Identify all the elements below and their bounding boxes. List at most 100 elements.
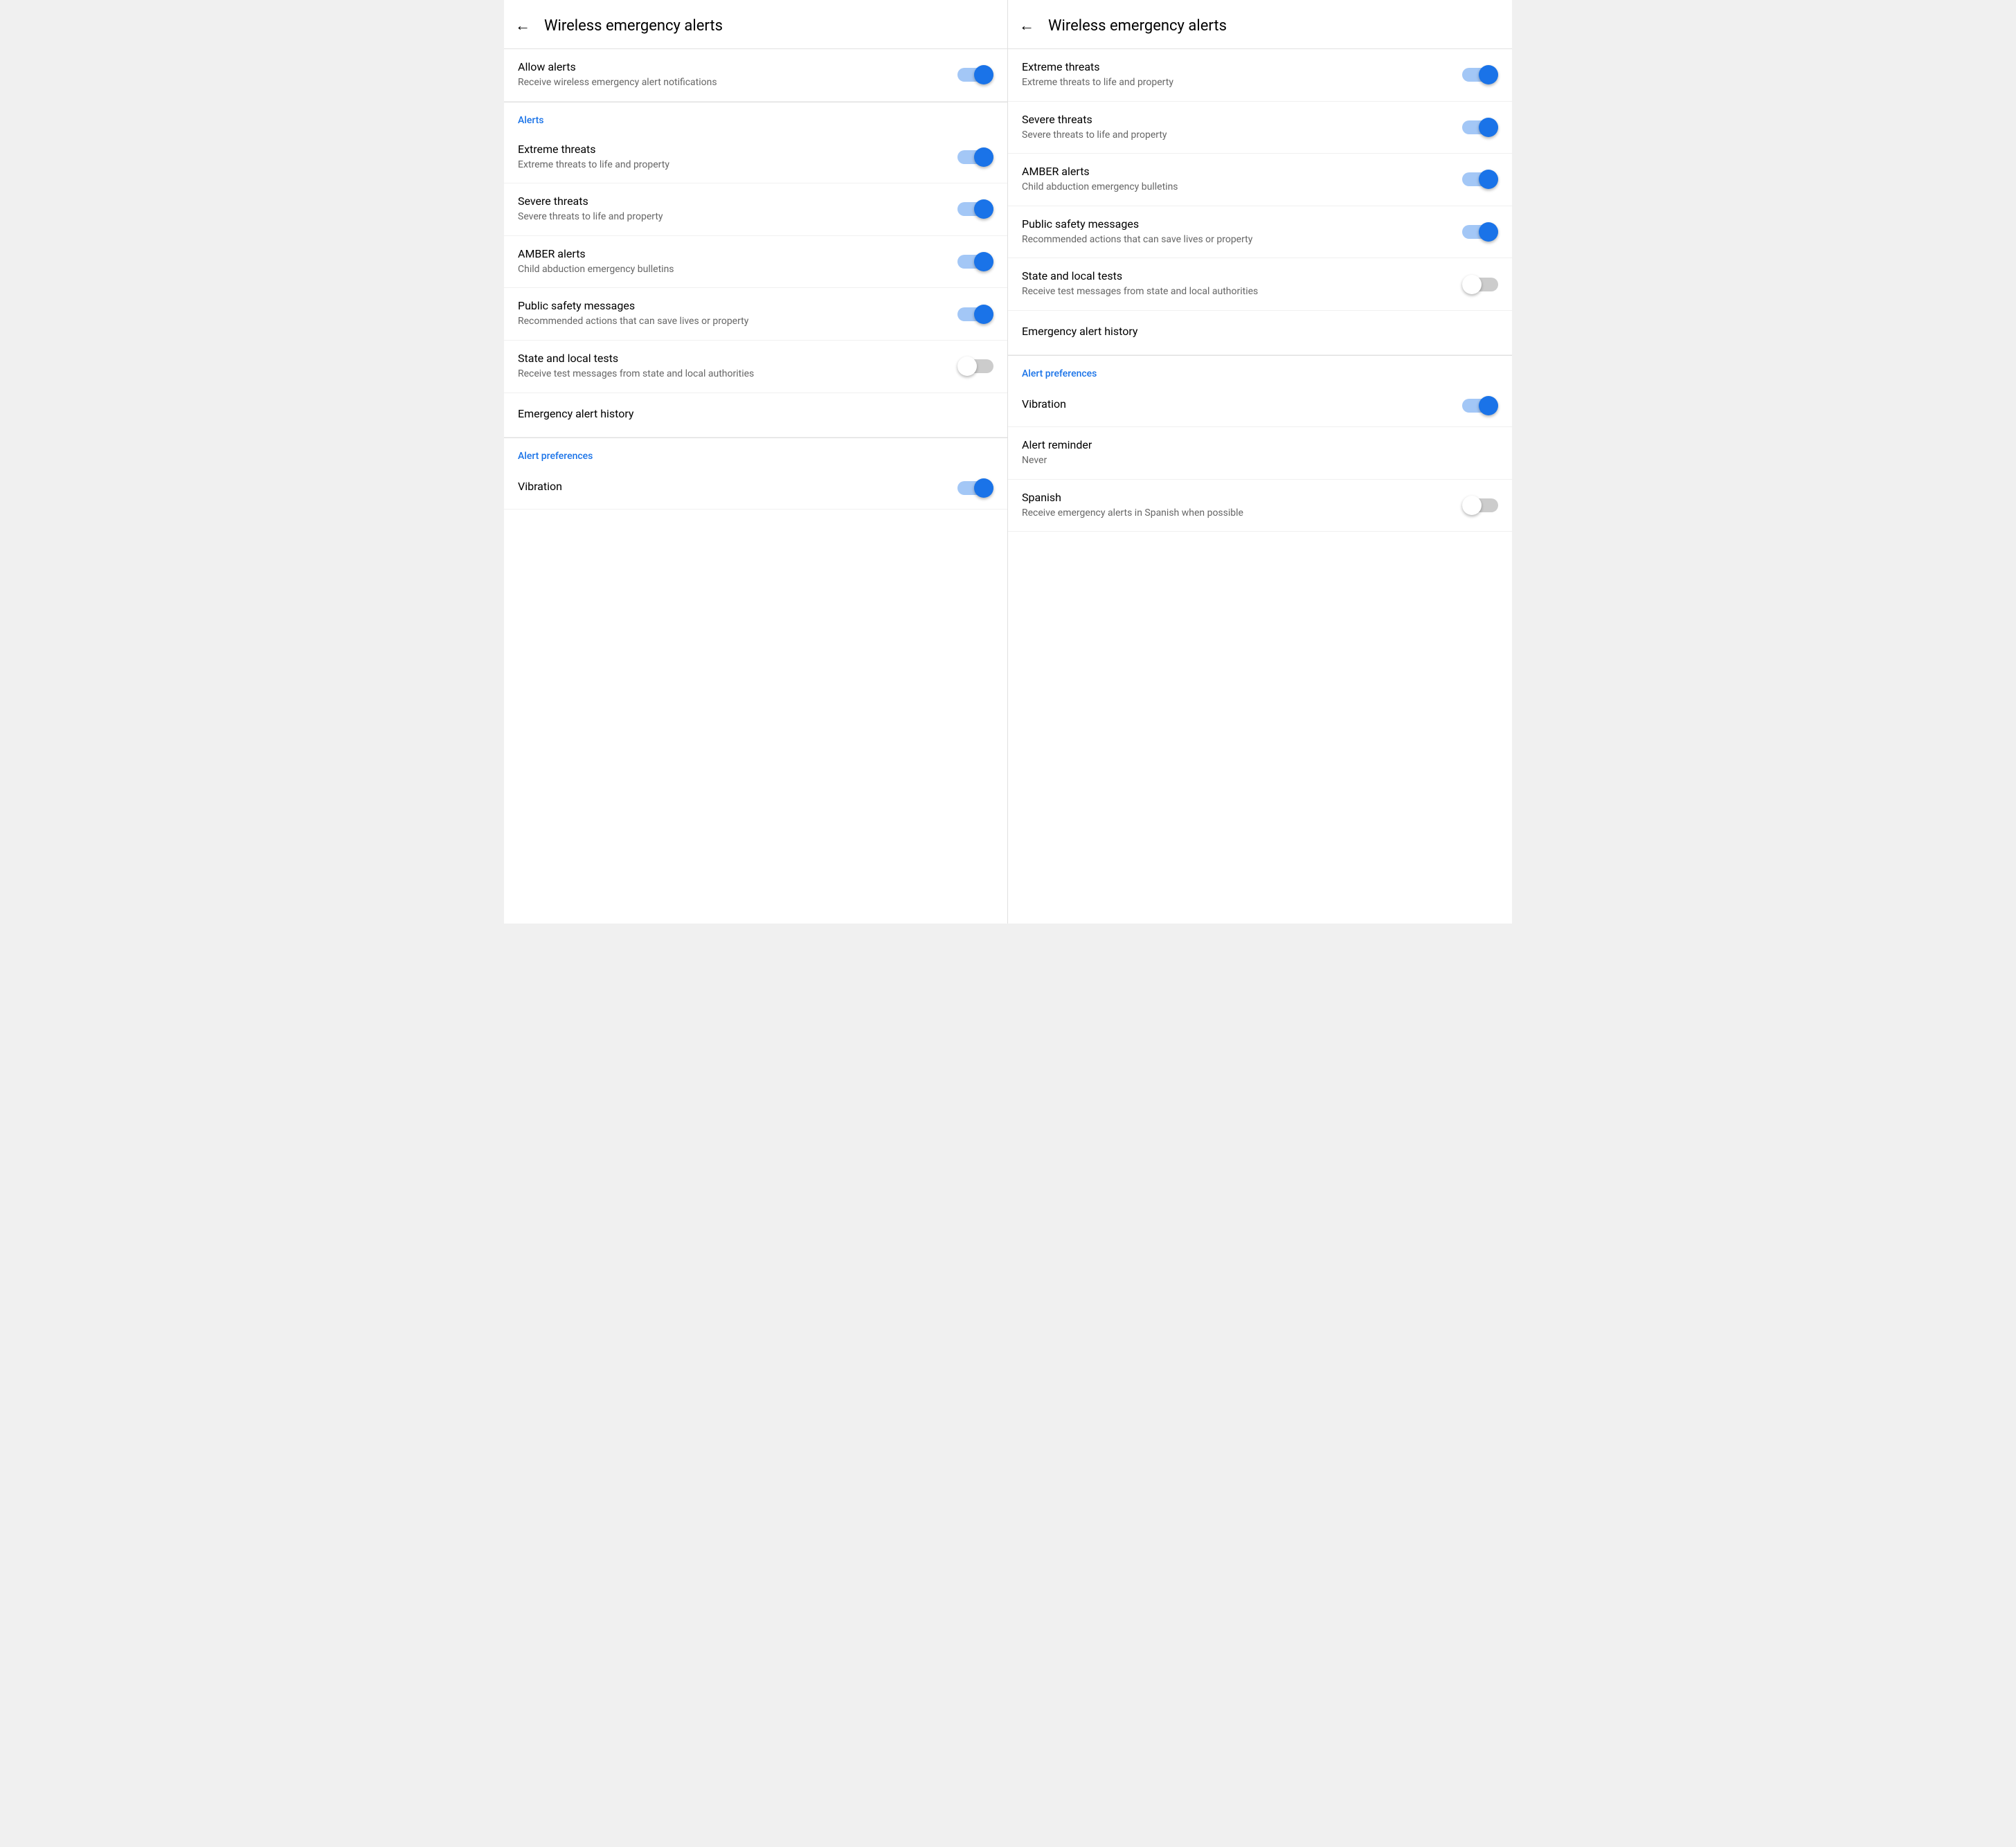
toggle-allow-alerts[interactable] — [957, 65, 993, 84]
setting-item-spanish-r[interactable]: Spanish Receive emergency alerts in Spani… — [1008, 480, 1512, 532]
setting-subtitle: Severe threats to life and property — [1022, 129, 1451, 143]
page-title: Wireless emergency alerts — [1048, 17, 1227, 35]
toggle-thumb — [974, 65, 993, 84]
setting-subtitle: Recommended actions that can save lives … — [1022, 233, 1451, 247]
screens-container: ← Wireless emergency alerts Allow alerts Re… — [504, 0, 1512, 924]
toggle-thumb — [1462, 496, 1482, 515]
setting-title: AMBER alerts — [518, 247, 946, 260]
setting-title: Public safety messages — [1022, 217, 1451, 231]
setting-item-emergency-history[interactable]: Emergency alert history — [504, 393, 1007, 438]
setting-title: Alert reminder — [1022, 438, 1487, 451]
setting-title: Public safety messages — [518, 299, 946, 312]
setting-item-alert-reminder-r[interactable]: Alert reminder Never — [1008, 427, 1512, 480]
setting-item-extreme-threats-r[interactable]: Extreme threatsExtreme threats to life a… — [1008, 49, 1512, 102]
setting-text: Vibration — [1022, 397, 1462, 413]
setting-title: Spanish — [1022, 491, 1451, 504]
setting-text: Allow alerts Receive wireless emergency a… — [518, 60, 957, 90]
setting-title: Vibration — [1022, 397, 1451, 411]
setting-title: Severe threats — [518, 195, 946, 208]
setting-subtitle: Recommended actions that can save lives … — [518, 315, 946, 329]
setting-subtitle: Receive emergency alerts in Spanish when… — [1022, 507, 1451, 521]
toggle-extreme-threats-r[interactable] — [1462, 65, 1498, 84]
toggle-severe-threats[interactable] — [957, 199, 993, 219]
screen-right: ← Wireless emergency alerts Extreme threat… — [1008, 0, 1512, 924]
setting-title: Extreme threats — [1022, 60, 1451, 73]
setting-text: AMBER alerts Child abduction emergency bu… — [518, 247, 957, 277]
toggle-vibration[interactable] — [957, 478, 993, 498]
toggle-public-safety[interactable] — [957, 305, 993, 324]
setting-item-state-local-tests-r[interactable]: State and local testsReceive test messag… — [1008, 258, 1512, 311]
toggle-thumb — [1479, 222, 1498, 242]
toggle-extreme-threats[interactable] — [957, 147, 993, 167]
setting-item-extreme-threats[interactable]: Extreme threats Extreme threats to life a… — [504, 132, 1007, 184]
toggle-thumb — [974, 199, 993, 219]
setting-subtitle: Receive test messages from state and loc… — [1022, 285, 1451, 299]
back-button[interactable]: ← — [515, 17, 530, 35]
setting-item-vibration-r[interactable]: Vibration — [1008, 385, 1512, 427]
header: ← Wireless emergency alerts — [504, 0, 1007, 49]
setting-title: Emergency alert history — [518, 407, 982, 420]
setting-text: Emergency alert history — [1022, 325, 1498, 341]
setting-item-vibration[interactable]: Vibration — [504, 467, 1007, 510]
setting-text: Alert reminder Never — [1022, 438, 1498, 468]
toggle-amber-alerts[interactable] — [957, 252, 993, 271]
setting-text: Vibration — [518, 480, 957, 496]
header: ← Wireless emergency alerts — [1008, 0, 1512, 49]
setting-subtitle: Never — [1022, 454, 1487, 468]
section-label: Alert preferences — [504, 438, 1007, 467]
setting-text: Severe threats Severe threats to life and… — [1022, 113, 1462, 143]
toggle-thumb — [957, 357, 977, 376]
setting-text: Extreme threatsExtreme threats to life a… — [1022, 60, 1462, 90]
setting-text: Extreme threats Extreme threats to life a… — [518, 143, 957, 172]
back-button[interactable]: ← — [1019, 17, 1034, 35]
toggle-thumb — [974, 478, 993, 498]
page-title: Wireless emergency alerts — [544, 17, 723, 35]
setting-item-severe-threats[interactable]: Severe threats Severe threats to life and… — [504, 183, 1007, 236]
setting-text: Public safety messages Recommended action… — [518, 299, 957, 329]
toggle-thumb — [1479, 170, 1498, 189]
setting-item-amber-alerts[interactable]: AMBER alerts Child abduction emergency bu… — [504, 236, 1007, 289]
toggle-spanish-r[interactable] — [1462, 496, 1498, 515]
setting-subtitle: Receive test messages from state and loc… — [518, 368, 946, 381]
toggle-state-local-tests-r[interactable] — [1462, 275, 1498, 294]
setting-text: State and local tests Receive test messag… — [518, 352, 957, 381]
toggle-thumb — [1462, 275, 1482, 294]
setting-subtitle: Child abduction emergency bulletins — [518, 263, 946, 277]
setting-title: Allow alerts — [518, 60, 946, 73]
setting-title: AMBER alerts — [1022, 165, 1451, 178]
setting-item-public-safety-r[interactable]: Public safety messages Recommended action… — [1008, 206, 1512, 259]
setting-item-amber-alerts-r[interactable]: AMBER alerts Child abduction emergency bu… — [1008, 154, 1512, 206]
setting-item-emergency-history-r[interactable]: Emergency alert history — [1008, 311, 1512, 355]
setting-title: Severe threats — [1022, 113, 1451, 126]
toggle-amber-alerts-r[interactable] — [1462, 170, 1498, 189]
setting-item-allow-alerts[interactable]: Allow alerts Receive wireless emergency a… — [504, 49, 1007, 102]
section-label: Alerts — [504, 102, 1007, 132]
setting-text: Severe threats Severe threats to life and… — [518, 195, 957, 224]
setting-item-public-safety[interactable]: Public safety messages Recommended action… — [504, 288, 1007, 341]
setting-title: Extreme threats — [518, 143, 946, 156]
setting-text: Spanish Receive emergency alerts in Spani… — [1022, 491, 1462, 521]
setting-text: Public safety messages Recommended action… — [1022, 217, 1462, 247]
toggle-thumb — [1479, 396, 1498, 415]
setting-text: AMBER alerts Child abduction emergency bu… — [1022, 165, 1462, 195]
setting-item-state-local-tests[interactable]: State and local tests Receive test messag… — [504, 341, 1007, 393]
setting-title: Emergency alert history — [1022, 325, 1487, 338]
setting-title: Vibration — [518, 480, 946, 493]
toggle-thumb — [1479, 118, 1498, 137]
setting-subtitle: Extreme threats to life and property — [518, 159, 946, 172]
toggle-vibration-r[interactable] — [1462, 396, 1498, 415]
toggle-severe-threats-r[interactable] — [1462, 118, 1498, 137]
setting-subtitle: Severe threats to life and property — [518, 210, 946, 224]
toggle-thumb — [974, 147, 993, 167]
setting-subtitle: Child abduction emergency bulletins — [1022, 181, 1451, 195]
setting-item-severe-threats-r[interactable]: Severe threats Severe threats to life and… — [1008, 102, 1512, 154]
section-label: Alert preferences — [1008, 356, 1512, 385]
toggle-state-local-tests[interactable] — [957, 357, 993, 376]
toggle-thumb — [974, 252, 993, 271]
toggle-public-safety-r[interactable] — [1462, 222, 1498, 242]
setting-title: State and local tests — [518, 352, 946, 365]
setting-subtitle: Receive wireless emergency alert notific… — [518, 76, 946, 90]
toggle-thumb — [1479, 65, 1498, 84]
setting-text: Emergency alert history — [518, 407, 993, 423]
setting-text: State and local testsReceive test messag… — [1022, 269, 1462, 299]
